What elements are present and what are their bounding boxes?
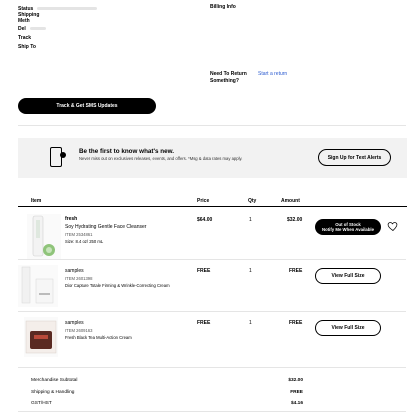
table-header-rule	[18, 206, 407, 207]
product-brand: samples	[65, 268, 84, 274]
product-item-number: ITEM 2609163	[65, 328, 93, 333]
subtotal-value: $32.00	[288, 378, 303, 383]
product-amount: FREE	[289, 268, 303, 274]
sms-banner-subtitle: Never miss out on exclusives releases, e…	[79, 156, 243, 161]
return-question: Need To Return Something?	[210, 71, 247, 85]
product-qty: 1	[249, 217, 252, 223]
product-size: Size: 8.4 oz/ 250 mL	[65, 239, 104, 244]
start-return-link[interactable]: Start a return	[258, 71, 287, 77]
product-amount: FREE	[289, 320, 303, 326]
product-price: FREE	[197, 268, 211, 274]
ship-to-label: Ship To	[18, 43, 36, 50]
notify-when-available-button[interactable]: Out of Stock Notify Me When Available	[315, 219, 381, 235]
column-header-amount: Amount	[281, 198, 300, 204]
billing-info-label: Billing Info	[210, 4, 236, 10]
order-info: Status Shipping Meth Del Track Ship To	[18, 4, 208, 51]
product-image-fresh-cleanser[interactable]	[27, 214, 61, 260]
view-full-size-button[interactable]: View Full Size	[315, 268, 381, 284]
product-brand: fresh	[65, 216, 78, 222]
sms-banner-title: Be the first to know what's new.	[79, 148, 175, 155]
tracking-label: Track	[18, 34, 32, 41]
shipping-method-row: Shipping Meth	[18, 12, 208, 24]
delivery-row: Del	[18, 24, 208, 33]
product-name[interactable]: Fresh Black Tea Multi-Action Cream	[65, 335, 132, 340]
row-divider	[18, 259, 406, 260]
tax-value: $4.16	[290, 401, 303, 406]
product-image-fresh-black-tea[interactable]	[24, 317, 58, 357]
product-name[interactable]: Dior Capture Totale Firming & Wrinkle-Co…	[65, 283, 170, 288]
shipping-label: Shipping & Handling	[31, 390, 75, 395]
column-header-price: Price	[197, 198, 210, 204]
notify-label: Notify Me When Available	[322, 227, 374, 232]
redacted-value	[29, 27, 46, 30]
redacted-value	[37, 7, 98, 10]
column-header-qty: Qty	[248, 198, 257, 204]
heart-icon[interactable]	[387, 219, 399, 232]
track-sms-button[interactable]: Track & Get SMS Updates	[18, 98, 156, 114]
sign-up-text-alerts-button[interactable]: Sign Up for Text Alerts	[318, 149, 391, 166]
row-divider	[18, 311, 406, 312]
return-question-line2: Something?	[210, 78, 239, 84]
delivery-label: Del	[18, 25, 26, 32]
column-header-item: Item	[31, 198, 42, 204]
product-item-number: ITEM 2534861	[65, 232, 93, 237]
product-item-number: ITEM 2601398	[65, 276, 93, 281]
subtotal-label: Merchandise Subtotal	[31, 378, 78, 383]
product-brand: samples	[65, 320, 84, 326]
product-price: $64.00	[197, 217, 213, 223]
return-question-line1: Need To Return	[210, 71, 247, 77]
status-label: Status	[18, 5, 34, 12]
tracking-row: Track	[18, 33, 208, 42]
ship-to-row: Ship To	[18, 42, 208, 51]
product-image-dior-cream[interactable]	[18, 265, 58, 307]
tax-label: GST/HST	[31, 401, 52, 406]
product-qty: 1	[249, 320, 252, 326]
product-name[interactable]: Soy Hydrating Gentle Face Cleanser	[65, 224, 146, 230]
section-divider	[18, 125, 406, 126]
product-amount: $32.00	[287, 217, 303, 223]
shipping-value: FREE	[290, 390, 303, 395]
view-full-size-button[interactable]: View Full Size	[315, 320, 381, 336]
summary-divider	[18, 411, 406, 412]
row-divider	[18, 367, 406, 368]
product-price: FREE	[197, 320, 211, 326]
sms-bubble-icon	[60, 152, 66, 158]
product-qty: 1	[249, 268, 252, 274]
status-row: Status	[18, 4, 208, 13]
